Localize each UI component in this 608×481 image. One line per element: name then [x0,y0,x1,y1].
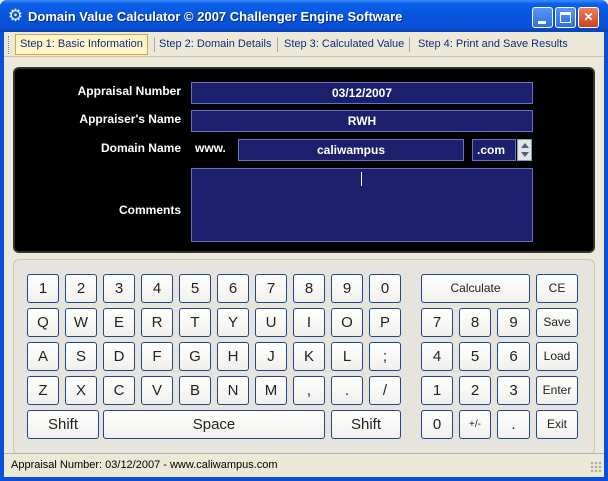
domain-prefix: www. [195,141,226,155]
key-m[interactable]: M [255,376,287,405]
numpad-9[interactable]: 9 [497,308,530,337]
key-slash[interactable]: / [369,376,401,405]
key-6[interactable]: 6 [217,274,249,303]
key-8[interactable]: 8 [293,274,325,303]
tab-domain-details[interactable]: Step 2: Domain Details [155,34,276,55]
key-h[interactable]: H [217,342,249,371]
key-i[interactable]: I [293,308,325,337]
tld-select[interactable]: .com [472,139,516,161]
save-button[interactable]: Save [536,308,578,337]
key-0[interactable]: 0 [369,274,401,303]
close-icon: ✕ [583,10,594,24]
tab-separator [277,37,278,52]
basic-information-panel: Appraisal Number 03/12/2007 Appraiser's … [13,67,595,253]
appraiser-name-field[interactable]: RWH [191,110,533,132]
key-y[interactable]: Y [217,308,249,337]
spin-down-icon[interactable] [521,152,529,157]
domain-name-label: Domain Name [100,141,181,155]
key-1[interactable]: 1 [27,274,59,303]
step-tabs: Step 1: Basic Information Step 2: Domain… [4,32,604,57]
key-g[interactable]: G [179,342,211,371]
key-r[interactable]: R [141,308,173,337]
numpad-4[interactable]: 4 [421,342,453,371]
tld-spinner[interactable] [517,139,532,161]
enter-button[interactable]: Enter [536,376,578,405]
key-x[interactable]: X [65,376,97,405]
numpad-5[interactable]: 5 [459,342,491,371]
key-9[interactable]: 9 [331,274,363,303]
tab-calculated-value[interactable]: Step 3: Calculated Value [280,34,408,55]
key-n[interactable]: N [217,376,249,405]
key-period[interactable]: . [331,376,363,405]
shift-right-key[interactable]: Shift [331,410,401,439]
numpad-7[interactable]: 7 [421,308,453,337]
key-f[interactable]: F [141,342,173,371]
key-t[interactable]: T [179,308,211,337]
maximize-button[interactable] [555,7,576,28]
load-button[interactable]: Load [536,342,578,371]
key-z[interactable]: Z [27,376,59,405]
client-area: Step 1: Basic Information Step 2: Domain… [4,32,604,477]
numpad-8[interactable]: 8 [459,308,491,337]
key-a[interactable]: A [27,342,59,371]
key-semicolon[interactable]: ; [369,342,401,371]
numpad-1[interactable]: 1 [421,376,453,405]
key-5[interactable]: 5 [179,274,211,303]
key-4[interactable]: 4 [141,274,173,303]
key-d[interactable]: D [103,342,135,371]
appraisal-number-field[interactable]: 03/12/2007 [191,82,533,104]
status-text: Appraisal Number: 03/12/2007 - www.caliw… [11,459,278,471]
numpad-0[interactable]: 0 [421,410,453,439]
key-7[interactable]: 7 [255,274,287,303]
key-q[interactable]: Q [27,308,59,337]
window-title: Domain Value Calculator © 2007 Challenge… [28,9,403,24]
comments-field[interactable] [191,168,533,242]
maximize-icon [560,12,571,23]
gear-icon: ⚙ [7,6,24,26]
spin-up-icon[interactable] [521,143,529,148]
key-w[interactable]: W [65,308,97,337]
comments-label: Comments [118,203,181,217]
key-v[interactable]: V [141,376,173,405]
minimize-button[interactable] [532,7,553,28]
appraisal-number-label: Appraisal Number [77,84,181,98]
plus-minus-button[interactable]: +/- [459,410,491,439]
text-cursor [361,172,362,186]
minimize-icon [538,21,546,24]
tab-basic-information[interactable]: Step 1: Basic Information [15,34,148,55]
close-button[interactable]: ✕ [578,7,599,28]
key-3[interactable]: 3 [103,274,135,303]
numpad-3[interactable]: 3 [497,376,530,405]
shift-left-key[interactable]: Shift [27,410,99,439]
key-2[interactable]: 2 [65,274,97,303]
key-c[interactable]: C [103,376,135,405]
numpad-6[interactable]: 6 [497,342,530,371]
calculate-button[interactable]: Calculate [421,274,530,303]
title-bar[interactable]: ⚙ Domain Value Calculator © 2007 Challen… [0,0,608,32]
domain-name-field[interactable]: caliwampus [238,139,464,161]
resize-grip-icon[interactable] [590,461,602,473]
key-p[interactable]: P [369,308,401,337]
key-e[interactable]: E [103,308,135,337]
key-comma[interactable]: , [293,376,325,405]
key-k[interactable]: K [293,342,325,371]
tab-print-save[interactable]: Step 4: Print and Save Results [414,34,572,55]
numpad-2[interactable]: 2 [459,376,491,405]
exit-button[interactable]: Exit [536,410,578,439]
toolbar-grip[interactable] [8,36,11,54]
decimal-button[interactable]: . [497,410,530,439]
ce-button[interactable]: CE [536,274,578,303]
key-u[interactable]: U [255,308,287,337]
space-key[interactable]: Space [103,410,325,439]
status-bar: Appraisal Number: 03/12/2007 - www.caliw… [4,453,604,475]
on-screen-keyboard: 1 2 3 4 5 6 7 8 9 0 Q W E R T Y U I O P … [13,259,595,455]
appraiser-name-label: Appraiser's Name [79,112,181,126]
app-window: ⚙ Domain Value Calculator © 2007 Challen… [0,0,608,481]
tab-separator [409,37,410,52]
key-s[interactable]: S [65,342,97,371]
key-o[interactable]: O [331,308,363,337]
key-b[interactable]: B [179,376,211,405]
key-j[interactable]: J [255,342,287,371]
key-l[interactable]: L [331,342,363,371]
